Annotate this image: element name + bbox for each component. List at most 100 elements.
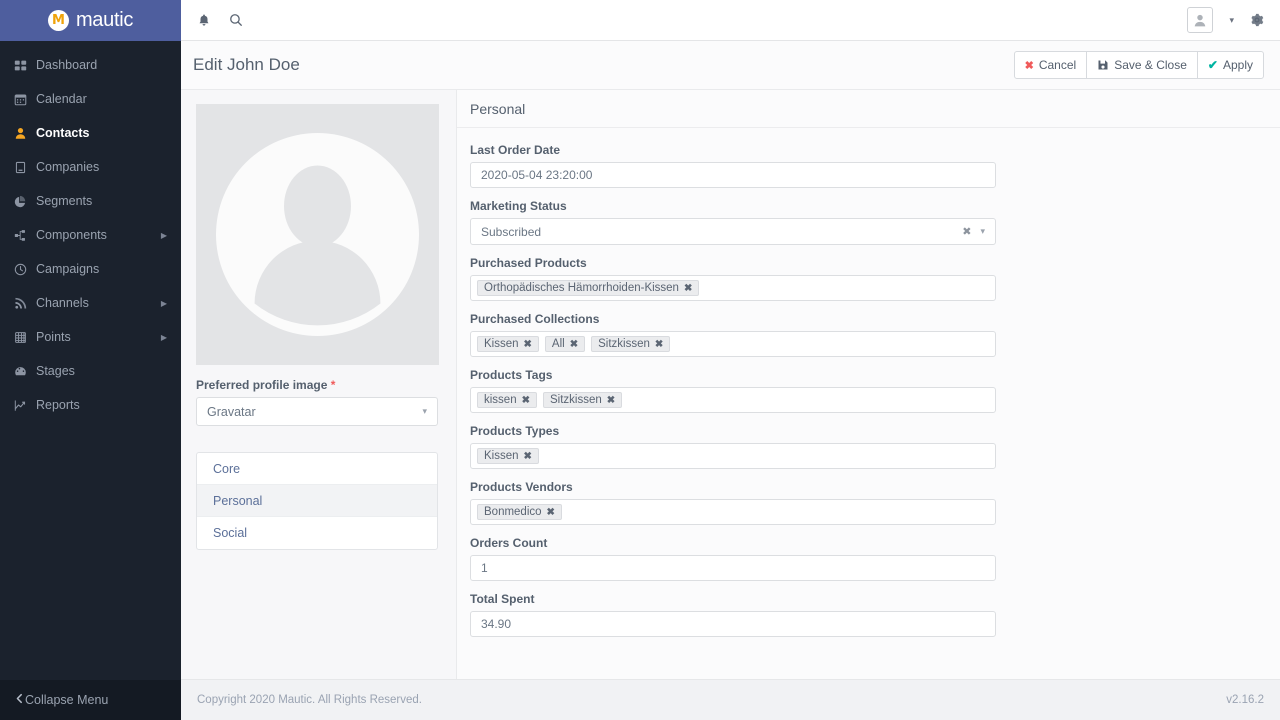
tag-remove-icon[interactable]: ✖ <box>655 339 663 350</box>
tag-remove-icon[interactable]: ✖ <box>607 395 615 406</box>
chevron-left-icon <box>14 693 25 707</box>
tab-label: Personal <box>213 493 263 508</box>
marketing-status-input[interactable]: Subscribed ✖ ▾ <box>470 218 996 245</box>
sidebar-item-label: Companies <box>36 160 100 174</box>
tag-remove-icon[interactable]: ✖ <box>547 507 555 518</box>
tag-item: Kissen ✖ <box>477 448 539 464</box>
button-label: Cancel <box>1038 58 1077 72</box>
contact-tab-list: Core Personal Social <box>196 452 438 550</box>
sidebar-item-reports[interactable]: Reports <box>0 388 181 422</box>
sidebar-item-companies[interactable]: Companies <box>0 150 181 184</box>
field-label: Marketing Status <box>470 199 567 213</box>
profile-panel: Preferred profile image * Gravatar ▾ Cor… <box>181 90 456 679</box>
field-last-order-date: Last Order Date 2020-05-04 23:20:00 <box>470 143 1267 188</box>
sidebar-item-label: Segments <box>36 194 93 208</box>
tag-label: Kissen <box>484 450 519 462</box>
products-tags-tag-input[interactable]: kissen ✖ Sitzkissen ✖ <box>470 387 996 413</box>
campaigns-icon <box>14 263 36 276</box>
last-order-date-input[interactable]: 2020-05-04 23:20:00 <box>470 162 996 188</box>
tag-label: kissen <box>484 394 517 406</box>
form-panel: Personal Last Order Date 2020-05-04 23:20… <box>456 90 1280 679</box>
sidebar-item-label: Calendar <box>36 92 87 106</box>
sidebar-item-collapse-menu[interactable]: Collapse Menu <box>0 680 181 720</box>
page-header: Edit John Doe ✖ Cancel Save & Close ✔ Apply <box>181 41 1280 90</box>
contacts-icon <box>14 127 36 140</box>
sidebar-item-campaigns[interactable]: Campaigns <box>0 252 181 286</box>
sidebar: M mautic Dashboard Calendar Contacts Compan… <box>0 0 181 720</box>
bell-icon[interactable] <box>197 13 211 28</box>
page-action-buttons: ✖ Cancel Save & Close ✔ Apply <box>1013 51 1264 79</box>
purchased-products-tag-input[interactable]: Orthopädisches Hämorrhoiden-Kissen ✖ <box>470 275 996 301</box>
tag-item: All ✖ <box>544 336 586 352</box>
sidebar-item-points[interactable]: Points ▶ <box>0 320 181 354</box>
sidebar-item-label: Dashboard <box>36 58 98 72</box>
orders-count-input[interactable]: 1 <box>470 555 996 581</box>
calendar-icon <box>14 93 36 106</box>
sidebar-item-components[interactable]: Components ▶ <box>0 218 181 252</box>
tag-label: Sitzkissen <box>598 338 650 350</box>
tab-personal[interactable]: Personal <box>197 485 437 517</box>
sidebar-item-stages[interactable]: Stages <box>0 354 181 388</box>
tag-remove-icon[interactable]: ✖ <box>570 339 578 350</box>
chevron-down-icon: ▾ <box>422 406 427 416</box>
tag-item: Orthopädisches Hämorrhoiden-Kissen ✖ <box>477 280 700 296</box>
field-label: Purchased Collections <box>470 312 600 326</box>
search-icon[interactable] <box>229 13 243 27</box>
required-marker: * <box>330 378 336 392</box>
user-avatar[interactable] <box>1187 7 1214 33</box>
field-total-spent: Total Spent 34.90 <box>470 592 1267 637</box>
purchased-collections-tag-input[interactable]: Kissen ✖ All ✖ Sitzkissen ✖ <box>470 331 996 357</box>
sidebar-item-label: Stages <box>36 364 75 378</box>
sidebar-item-channels[interactable]: Channels ▶ <box>0 286 181 320</box>
cancel-button[interactable]: ✖ Cancel <box>1013 51 1088 79</box>
total-spent-input[interactable]: 34.90 <box>470 611 996 637</box>
topbar-right-icons: ▾ <box>1187 7 1264 33</box>
top-bar: ▾ <box>181 0 1280 41</box>
tag-remove-icon[interactable]: ✖ <box>524 339 532 350</box>
page-title: Edit John Doe <box>193 55 300 74</box>
tag-remove-icon[interactable]: ✖ <box>524 451 532 462</box>
tag-label: Bonmedico <box>484 506 542 518</box>
sidebar-item-label: Components <box>36 228 107 242</box>
profile-image-preview <box>196 104 439 365</box>
products-types-tag-input[interactable]: Kissen ✖ <box>470 443 996 469</box>
points-icon <box>14 331 36 344</box>
sidebar-item-segments[interactable]: Segments <box>0 184 181 218</box>
apply-button[interactable]: ✔ Apply <box>1196 51 1264 79</box>
clear-selection-icon[interactable]: ✖ <box>962 225 971 238</box>
gear-icon[interactable] <box>1250 13 1264 27</box>
profile-image-select-value: Gravatar <box>207 404 256 419</box>
field-label: Last Order Date <box>470 143 561 157</box>
tag-remove-icon[interactable]: ✖ <box>522 395 530 406</box>
tag-item: Kissen ✖ <box>477 336 539 352</box>
field-value: 34.90 <box>481 617 512 631</box>
tag-label: All <box>551 338 565 350</box>
components-icon <box>14 229 36 242</box>
brand-logo-area[interactable]: M mautic <box>0 0 181 41</box>
tag-remove-icon[interactable]: ✖ <box>684 283 692 294</box>
tab-social[interactable]: Social <box>197 517 437 549</box>
sidebar-item-label: Contacts <box>36 126 90 140</box>
chevron-right-icon: ▶ <box>160 332 167 342</box>
tab-core[interactable]: Core <box>197 453 437 485</box>
field-products-vendors: Products Vendors Bonmedico ✖ <box>470 480 1267 525</box>
field-value: 1 <box>481 561 488 575</box>
profile-image-select[interactable]: Gravatar ▾ <box>196 397 438 426</box>
chevron-right-icon: ▶ <box>160 230 167 240</box>
field-label: Total Spent <box>470 592 535 606</box>
sidebar-item-calendar[interactable]: Calendar <box>0 82 181 116</box>
sidebar-item-dashboard[interactable]: Dashboard <box>0 48 181 82</box>
sidebar-item-contacts[interactable]: Contacts <box>0 116 181 150</box>
chevron-down-icon[interactable]: ▾ <box>980 226 985 237</box>
button-label: Save & Close <box>1114 58 1187 72</box>
main-area: ▾ Edit John Doe ✖ Cancel Save & Close ✔ Appl… <box>181 0 1280 720</box>
version-text: v2.16.2 <box>1226 694 1264 706</box>
field-label: Orders Count <box>470 536 548 550</box>
products-vendors-tag-input[interactable]: Bonmedico ✖ <box>470 499 996 525</box>
save-close-button[interactable]: Save & Close <box>1086 51 1198 79</box>
user-menu-caret-icon[interactable]: ▾ <box>1229 15 1234 26</box>
topbar-left-icons <box>197 13 243 28</box>
profile-placeholder-icon <box>216 133 419 336</box>
field-products-types: Products Types Kissen ✖ <box>470 424 1267 469</box>
stages-icon <box>14 365 36 378</box>
